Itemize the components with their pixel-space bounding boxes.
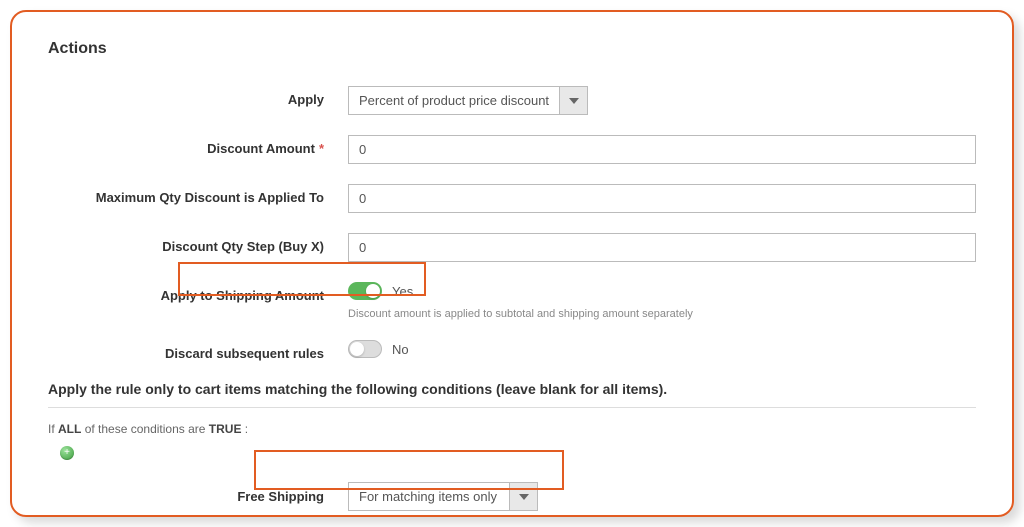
apply-select[interactable]: Percent of product price discount — [348, 86, 588, 115]
condition-sentence: If ALL of these conditions are TRUE : — [48, 422, 976, 436]
apply-shipping-help: Discount amount is applied to subtotal a… — [348, 308, 976, 320]
toggle-knob — [366, 284, 380, 298]
cond-all[interactable]: ALL — [58, 422, 81, 436]
discard-toggle[interactable] — [348, 340, 382, 358]
row-max-qty: Maximum Qty Discount is Applied To — [48, 184, 976, 213]
row-discard: Discard subsequent rules No — [48, 340, 976, 361]
discount-amount-input[interactable] — [348, 135, 976, 164]
label-discard: Discard subsequent rules — [48, 340, 348, 361]
chevron-down-icon — [509, 483, 537, 510]
row-apply-shipping: Apply to Shipping Amount Yes Discount am… — [48, 282, 976, 320]
label-apply: Apply — [48, 86, 348, 107]
divider — [48, 407, 976, 408]
label-max-qty: Maximum Qty Discount is Applied To — [48, 184, 348, 205]
label-apply-shipping: Apply to Shipping Amount — [48, 282, 348, 303]
chevron-down-icon — [559, 87, 587, 114]
free-shipping-value: For matching items only — [349, 483, 509, 510]
label-qty-step: Discount Qty Step (Buy X) — [48, 233, 348, 254]
add-condition-icon[interactable]: + — [60, 446, 74, 460]
conditions-heading: Apply the rule only to cart items matchi… — [48, 381, 976, 397]
label-discount-amount: Discount Amount* — [48, 135, 348, 156]
actions-panel: Actions Apply Percent of product price d… — [10, 10, 1014, 517]
label-free-shipping: Free Shipping — [48, 489, 348, 504]
row-discount-amount: Discount Amount* — [48, 135, 976, 164]
row-qty-step: Discount Qty Step (Buy X) — [48, 233, 976, 262]
qty-step-input[interactable] — [348, 233, 976, 262]
apply-select-value: Percent of product price discount — [349, 87, 559, 114]
max-qty-input[interactable] — [348, 184, 976, 213]
row-free-shipping: Free Shipping For matching items only — [48, 482, 976, 511]
row-apply: Apply Percent of product price discount — [48, 86, 976, 115]
cond-true[interactable]: TRUE — [209, 422, 242, 436]
apply-shipping-toggle[interactable] — [348, 282, 382, 300]
toggle-knob — [350, 342, 364, 356]
apply-shipping-state: Yes — [392, 284, 413, 299]
free-shipping-select[interactable]: For matching items only — [348, 482, 538, 511]
panel-title: Actions — [48, 40, 976, 58]
discard-state: No — [392, 342, 409, 357]
required-asterisk: * — [319, 141, 324, 156]
